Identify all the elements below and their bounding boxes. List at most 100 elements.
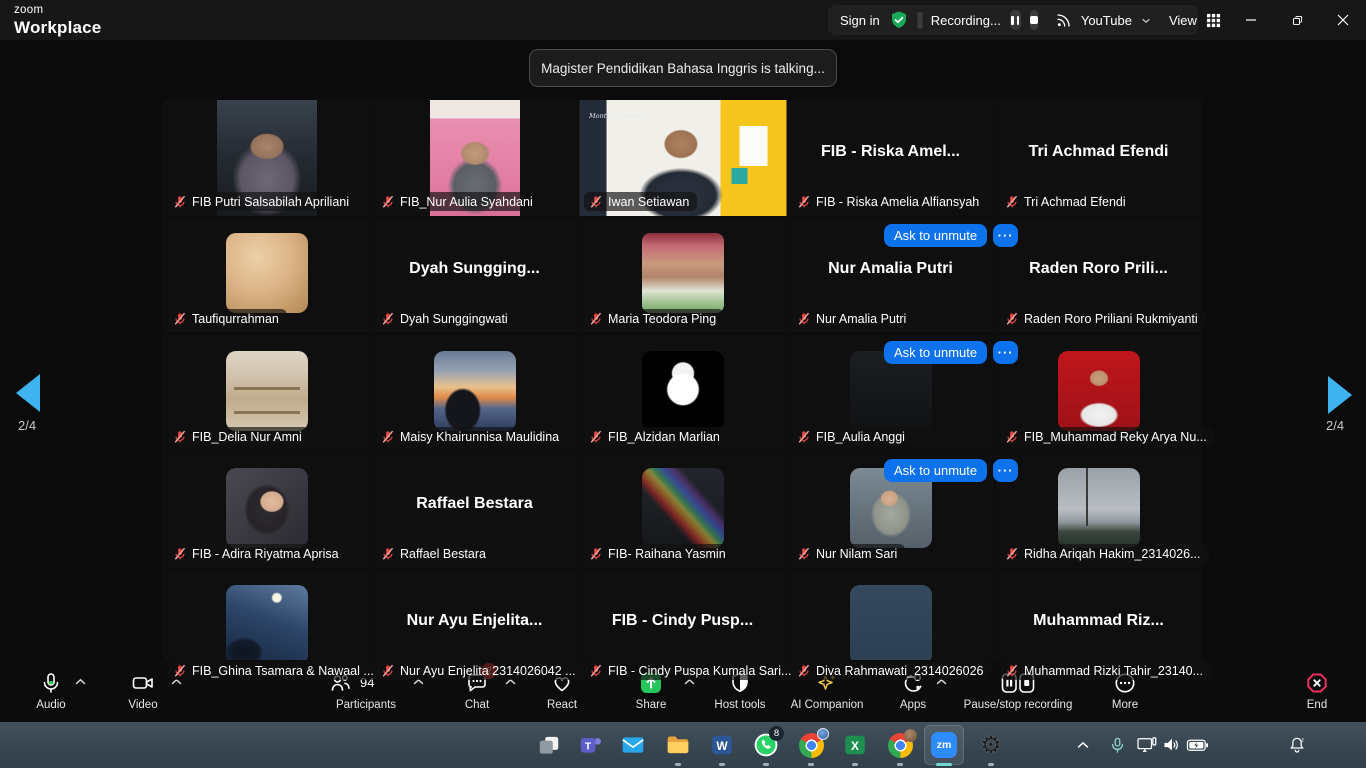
- tray-mic-icon[interactable]: [1103, 722, 1131, 768]
- participant-name-text: Diva Rahmawati_2314026026: [816, 664, 983, 678]
- muted-mic-icon: [173, 547, 187, 561]
- svg-text:X: X: [851, 739, 859, 753]
- participant-name-text: FIB_Aulia Anggi: [816, 430, 905, 444]
- participant-tile[interactable]: Taufiqurrahman: [163, 217, 370, 333]
- tray-display-icon[interactable]: [1133, 722, 1161, 768]
- minimize-button[interactable]: [1228, 0, 1274, 40]
- participant-name-label: FIB - Adira Riyatma Aprisa: [168, 544, 347, 563]
- host-tools-button[interactable]: Host tools: [714, 699, 765, 711]
- page-indicator-left: 2/4: [18, 418, 36, 433]
- restore-button[interactable]: [1274, 0, 1320, 40]
- pause-stop-recording-button[interactable]: Pause/stop recording: [964, 699, 1073, 711]
- participant-tile[interactable]: FIB- Raihana Yasmin: [579, 452, 786, 568]
- participant-tile[interactable]: FIB_Alzidan Marlian: [579, 335, 786, 451]
- participant-avatar: [1058, 351, 1140, 431]
- muted-mic-icon: [381, 195, 395, 209]
- muted-mic-icon: [589, 664, 603, 678]
- logo-zoom-text: zoom: [14, 5, 101, 17]
- ask-to-unmute-overlay: Ask to unmute ···: [884, 224, 1018, 247]
- participant-tile[interactable]: Dyah Sungging...Dyah Sunggingwati: [371, 217, 578, 333]
- audio-caret-icon[interactable]: [74, 677, 87, 686]
- participant-name-text: FIB - Cindy Puspa Kumala Sari...: [608, 664, 791, 678]
- previous-page-arrow[interactable]: [16, 374, 40, 412]
- participant-tile[interactable]: Tri Achmad EfendiTri Achmad Efendi: [995, 100, 1202, 216]
- participant-tile[interactable]: Ridha Ariqah Hakim_2314026...: [995, 452, 1202, 568]
- participant-name-label: Nur Nilam Sari: [792, 544, 905, 563]
- tray-battery-icon[interactable]: [1183, 722, 1211, 768]
- participant-name-label: Iwan Setiawan: [584, 192, 697, 211]
- ask-to-unmute-button[interactable]: Ask to unmute: [884, 459, 987, 482]
- participant-name-text: FIB_Ghina Tsamara & Nawaal ...: [192, 664, 374, 678]
- participant-tile[interactable]: FIB - Riska Amel...FIB - Riska Amelia Al…: [787, 100, 994, 216]
- participant-tile[interactable]: FIB_Ghina Tsamara & Nawaal ...: [163, 569, 370, 685]
- participant-tile[interactable]: FIB Putri Salsabilah Apriliani: [163, 100, 370, 216]
- share-button[interactable]: Share: [636, 699, 667, 711]
- participant-tile[interactable]: FIB - Cindy Pusp...FIB - Cindy Puspa Kum…: [579, 569, 786, 685]
- youtube-live-button[interactable]: YouTube: [1081, 13, 1132, 28]
- participant-avatar: [226, 351, 308, 431]
- ask-to-unmute-overlay: Ask to unmute ···: [884, 341, 1018, 364]
- more-button[interactable]: More: [1112, 699, 1138, 711]
- participants-button[interactable]: Participants: [336, 699, 396, 711]
- gallery-grid-icon[interactable]: [1206, 13, 1221, 28]
- react-button[interactable]: React: [547, 699, 577, 711]
- video-button[interactable]: Video: [128, 699, 157, 711]
- participant-tile[interactable]: FIB_Muhammad Reky Arya Nu...: [995, 335, 1202, 451]
- stop-recording-button[interactable]: [1030, 10, 1038, 30]
- participant-name-label: FIB_Muhammad Reky Arya Nu...: [1000, 427, 1215, 446]
- participant-tile[interactable]: FIB_Nur Aulia Syahdani: [371, 100, 578, 216]
- video-caption-text: Monthly Zooming: [589, 112, 647, 120]
- svg-text:z: z: [1301, 737, 1304, 743]
- tray-bell-icon[interactable]: z: [1283, 722, 1311, 768]
- participant-tile[interactable]: Diva Rahmawati_2314026026: [787, 569, 994, 685]
- page-indicator-right: 2/4: [1326, 418, 1344, 433]
- participant-video: [642, 233, 724, 313]
- word-icon: W: [709, 732, 735, 758]
- close-button[interactable]: [1320, 0, 1366, 40]
- participant-tile[interactable]: FIB_Delia Nur Amni: [163, 335, 370, 451]
- view-button[interactable]: View: [1169, 13, 1197, 28]
- tray-speaker-icon[interactable]: [1158, 722, 1186, 768]
- participant-name-label: Nur Amalia Putri: [792, 309, 914, 328]
- tray-chevron-icon[interactable]: [1069, 722, 1097, 768]
- participant-tile[interactable]: Maria Teodora Ping: [579, 217, 786, 333]
- participant-name-label: FIB_Alzidan Marlian: [584, 427, 728, 446]
- chat-button[interactable]: Chat: [465, 699, 489, 711]
- participant-name-label: Nur Ayu Enjelita 2314026042 ...: [376, 661, 584, 680]
- ai-companion-button[interactable]: AI Companion: [791, 699, 864, 711]
- live-stream-icon: [1056, 12, 1072, 28]
- chevron-down-icon[interactable]: [1141, 17, 1151, 24]
- muted-mic-icon: [173, 430, 187, 444]
- ask-to-unmute-button[interactable]: Ask to unmute: [884, 341, 987, 364]
- end-button[interactable]: End: [1307, 699, 1327, 711]
- participant-tile[interactable]: Monthly Zooming Iwan Setiawan: [579, 100, 786, 216]
- participant-name-label: Muhammad Rizki Tahir_23140...: [1000, 661, 1211, 680]
- muted-mic-icon: [797, 312, 811, 326]
- pause-recording-button[interactable]: [1010, 10, 1021, 30]
- participant-name-text: Maria Teodora Ping: [608, 312, 716, 326]
- participant-name-label: FIB_Delia Nur Amni: [168, 427, 310, 446]
- audio-button[interactable]: Audio: [36, 699, 65, 711]
- participant-more-button[interactable]: ···: [993, 341, 1018, 364]
- next-page-arrow[interactable]: [1328, 376, 1352, 414]
- participant-name-label: Maria Teodora Ping: [584, 309, 724, 328]
- participant-name-label: FIB - Riska Amelia Alfiansyah: [792, 192, 987, 211]
- participant-name-text: Taufiqurrahman: [192, 312, 279, 326]
- end-icon: [1305, 670, 1329, 696]
- sign-in-button[interactable]: Sign in: [840, 13, 880, 28]
- apps-button[interactable]: Apps: [900, 699, 926, 711]
- participant-tile[interactable]: Maisy Khairunnisa Maulidina: [371, 335, 578, 451]
- participant-more-button[interactable]: ···: [993, 459, 1018, 482]
- participant-tile[interactable]: Raden Roro Prili...Raden Roro Priliani R…: [995, 217, 1202, 333]
- participant-tile[interactable]: FIB - Adira Riyatma Aprisa: [163, 452, 370, 568]
- participant-more-button[interactable]: ···: [993, 224, 1018, 247]
- participant-name-text: Nur Amalia Putri: [816, 312, 906, 326]
- security-shield-icon[interactable]: [889, 10, 909, 30]
- participant-tile[interactable]: Muhammad Riz...Muhammad Rizki Tahir_2314…: [995, 569, 1202, 685]
- window-controls: [1228, 0, 1366, 40]
- zoom-meeting-window: zoom Workplace Sign in Recording... YouT…: [0, 0, 1366, 768]
- participant-tile[interactable]: Nur Ayu Enjelita...Nur Ayu Enjelita 2314…: [371, 569, 578, 685]
- ask-to-unmute-button[interactable]: Ask to unmute: [884, 224, 987, 247]
- participant-name-text: FIB - Riska Amelia Alfiansyah: [816, 195, 979, 209]
- participant-tile[interactable]: Raffael BestaraRaffael Bestara: [371, 452, 578, 568]
